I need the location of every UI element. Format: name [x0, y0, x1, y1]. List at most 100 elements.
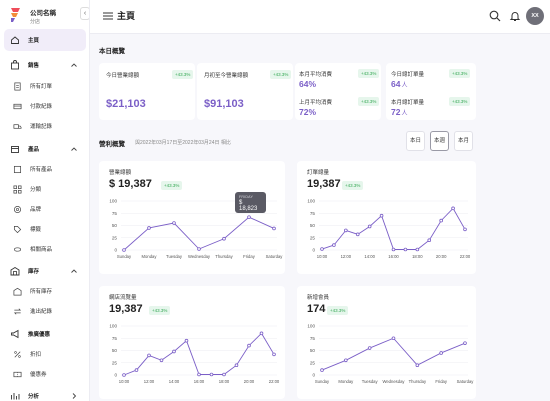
receipt-icon: [12, 81, 22, 91]
chart-card-new-members: 新增會員 174 +43.3% 0 25 50 75 100 Sunday Monday Tu…: [297, 286, 476, 399]
sidebar-item-label: 標籤: [30, 227, 42, 233]
x-tick-label: 10:00: [119, 379, 130, 384]
data-point: [159, 358, 164, 363]
page-title: 主頁: [117, 11, 136, 21]
sidebar-item-label: 折扣: [30, 352, 42, 358]
y-tick-label: 100: [307, 199, 315, 204]
percent-icon: [12, 349, 22, 359]
chart-change-badge: +43.3%: [161, 181, 183, 190]
data-point: [272, 226, 276, 231]
data-point: [463, 341, 467, 345]
kpi-card-today-revenue: 今日營業總額 +43.3% $21,103: [99, 63, 195, 120]
chart-label: 網店流覽量: [109, 295, 137, 301]
user-avatar[interactable]: XX: [526, 7, 544, 25]
chart-change-badge: +43.3%: [327, 306, 349, 315]
sidebar-item-shipping[interactable]: 運輸記錄: [4, 117, 86, 135]
sidebar-item-home[interactable]: 主頁: [4, 29, 86, 51]
pageviews-line-chart: 0 25 50 75 100 10:00 12:00 14:00 16:00 18:00 20:00…: [109, 324, 280, 384]
sidebar-item-label: 所有產品: [30, 167, 53, 173]
kpi-card-month-revenue: 月初至今營業總額 +43.3% $91,103: [197, 63, 293, 120]
search-icon[interactable]: [489, 10, 501, 22]
x-tick-label: 20:00: [436, 254, 447, 259]
range-tab-week[interactable]: 本週: [430, 131, 449, 151]
x-tick-label: Monday: [142, 254, 158, 259]
sidebar-item-tags[interactable]: 標籤: [4, 220, 86, 238]
data-point: [391, 247, 396, 252]
sidebar-item-all-products[interactable]: 所有產品: [4, 160, 86, 178]
sidebar-item-label: 優惠券: [30, 372, 47, 378]
sidebar-item-categories[interactable]: 分類: [4, 180, 86, 198]
sidebar-item-label: 付款紀錄: [30, 104, 53, 110]
kpi-label: 月初至今營業總額: [204, 73, 249, 79]
menu-icon[interactable]: [103, 12, 113, 20]
data-point: [367, 224, 372, 229]
y-tick-label: 50: [310, 348, 316, 353]
range-tab-month[interactable]: 本月: [454, 131, 473, 151]
chart-value: 174: [307, 303, 326, 315]
performance-title: 營利概覽: [99, 141, 125, 148]
chevron-left-icon: ‹: [83, 10, 87, 17]
sidebar-group-label: 推廣優惠: [28, 332, 51, 338]
sidebar-group-label: 產品: [28, 147, 40, 153]
y-tick-label: 0: [114, 248, 117, 253]
data-point: [122, 248, 126, 252]
kpi-card-orders: 今日總訂單量 +43.3% 64人 本月總訂單量 +43.3% 72人: [386, 63, 476, 120]
sidebar-group-inventory[interactable]: 庫存: [4, 260, 86, 282]
sidebar-item-coupons[interactable]: 優惠券: [4, 365, 86, 383]
sidebar-item-label: 主頁: [28, 38, 40, 44]
x-tick-label: Thursday: [409, 379, 427, 384]
data-point: [439, 218, 443, 223]
y-tick-label: 75: [310, 336, 316, 341]
chart-value: 19,387: [109, 303, 143, 315]
sidebar-item-related-products[interactable]: 相關商品: [4, 240, 86, 258]
data-point: [209, 372, 214, 377]
data-point: [272, 352, 276, 357]
data-point: [122, 373, 126, 377]
kpi-label: 今日營業總額: [106, 73, 140, 79]
x-tick-label: 18:00: [219, 379, 230, 384]
sidebar-group-products[interactable]: 產品: [4, 138, 86, 160]
sidebar-item-payments[interactable]: 付款紀錄: [4, 97, 86, 115]
data-point: [147, 226, 151, 230]
kpi-value: 72人: [391, 107, 408, 117]
sidebar-item-all-inventory[interactable]: 所有庫存: [4, 282, 86, 300]
y-tick-label: 75: [310, 211, 316, 216]
sidebar-item-label: 進出紀錄: [30, 309, 53, 315]
brand[interactable]: 公司名稱 分店: [9, 5, 89, 25]
data-point: [344, 228, 348, 233]
data-point: [427, 238, 432, 242]
badge-icon: [12, 204, 22, 214]
y-tick-label: 100: [109, 199, 117, 204]
company-logo: [11, 8, 20, 22]
range-tab-day[interactable]: 本日: [406, 131, 425, 151]
sidebar-group-analytics[interactable]: 分析: [4, 385, 86, 401]
y-tick-label: 25: [310, 360, 316, 365]
sidebar-item-all-orders[interactable]: 所有訂單: [4, 77, 86, 95]
sidebar-item-stock-movements[interactable]: 進出紀錄: [4, 302, 86, 320]
chart-card-pageviews: 網店流覽量 19,387 +43.3% 0 25 50 75 100 10:00 12:00…: [99, 286, 285, 399]
sidebar-group-sales[interactable]: 銷售: [4, 54, 86, 76]
y-tick-label: 0: [114, 373, 117, 378]
chevron-right-icon: [72, 393, 77, 399]
chart-card-orders: 訂單總量 19,387 +43.3% 0 25 50 75 100 10:00 12:00 1…: [297, 161, 476, 274]
brand-name: 公司名稱: [30, 10, 56, 17]
kpi-card-avg-spend: 本月平均消費 +43.3% 64% 上月平均消費 +43.3% 72%: [295, 63, 381, 120]
data-point: [415, 247, 420, 252]
chevron-up-icon: [71, 269, 77, 273]
kpi-label: 今日總訂單量: [391, 72, 425, 78]
bell-icon[interactable]: [509, 10, 521, 22]
kpi-change-badge: +43.3%: [270, 70, 292, 79]
data-point: [259, 331, 264, 336]
collapse-sidebar-button[interactable]: ‹: [80, 7, 89, 20]
data-point: [403, 247, 408, 252]
data-point: [172, 221, 176, 225]
chart-label: 營業總額: [109, 170, 132, 176]
x-tick-label: Friday: [435, 379, 448, 384]
tooltip-day: FRIDAY: [239, 195, 254, 199]
sidebar: 公司名稱 分店 ‹ 主頁 銷售 所有訂單 付款紀錄 運輸記錄 產品 所有產品 分…: [0, 0, 90, 401]
sidebar-item-brands[interactable]: 品牌: [4, 200, 86, 218]
sidebar-group-promotion[interactable]: 推廣優惠: [4, 323, 86, 345]
y-tick-label: 100: [109, 324, 117, 329]
y-tick-label: 50: [310, 223, 316, 228]
sidebar-item-discounts[interactable]: 折扣: [4, 345, 86, 363]
